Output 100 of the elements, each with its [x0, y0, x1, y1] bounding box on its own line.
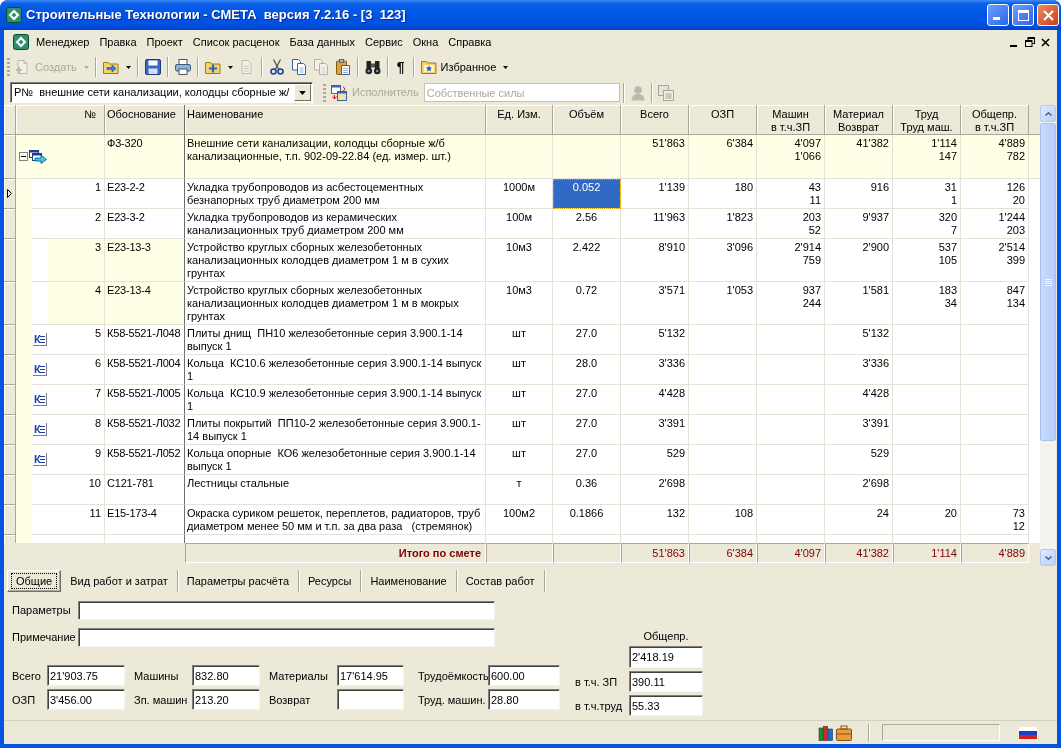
table-row[interactable]: К 5 К58-5521-Л048 Плиты днищ ПН10 железобетонные серия 3.900.1-14 выпуск 1 шт 27.0 5'132 5'132 — [32, 325, 1040, 355]
totals-cell: 6'384 — [689, 543, 757, 563]
table-row[interactable]: К 7 К58-5521-Л005 Кольца КС10.9 железобетонные серия 3.900.1-14 выпуск 1 шт 27.0 4'428 4'428 — [32, 385, 1040, 415]
maximize-button[interactable] — [1012, 4, 1034, 26]
tab[interactable]: Состав работ — [456, 570, 545, 592]
field-label: Зп. машин — [134, 693, 189, 709]
tab[interactable]: Параметры расчёта — [177, 570, 299, 592]
tab[interactable]: Общие — [7, 570, 62, 592]
value-field[interactable]: 28.80 — [488, 689, 560, 710]
table-row[interactable]: 4 Е23-13-4 Устройство круглых сборных железобетонных канализационных колодцев диаметром 1 м в мокрых грунтах 10м3 0.72 3'571 1'053 937 244 1'581 183 34 847 134 — [32, 282, 1040, 325]
resource-badge: К — [33, 423, 47, 436]
dropdown-button[interactable] — [294, 84, 311, 101]
menu-item[interactable]: Справка — [443, 33, 497, 51]
column-header[interactable]: Обоснование — [105, 105, 185, 135]
clipboard-icon — [334, 59, 351, 75]
tab[interactable]: Ресурсы — [299, 570, 362, 592]
table-cell: 3 — [48, 239, 105, 282]
table-row[interactable]: 3 Е23-13-3 Устройство круглых сборных железобетонных канализационных колодцев диаметром 1 м в сухих грунтах 10м3 2.422 8'910 3'096 2'914 759 2'900 537 105 2'514 399 — [32, 239, 1040, 282]
totals-cell — [486, 543, 553, 563]
value-field[interactable]: 213.20 — [192, 689, 260, 710]
column-header[interactable]: Всего — [621, 105, 689, 135]
menu-item[interactable]: Окна — [407, 33, 444, 51]
app-icon[interactable] — [13, 34, 29, 50]
folder-plus-icon — [204, 59, 221, 75]
collapse-icon[interactable] — [19, 152, 28, 161]
column-header[interactable]: Машин в т.ч.ЗП — [757, 105, 825, 135]
table-row[interactable]: 11 Е15-173-4 Окраска суриком решеток, переплетов, радиаторов, труб диаметром менее 50 мм и т.п. за два раза (стремянок) 100м2 0.1866 132 108 24 20 73 12 — [32, 505, 1040, 535]
books-icon[interactable] — [818, 724, 834, 741]
resource-badge: К — [33, 363, 47, 376]
column-header[interactable]: Материал Возврат — [825, 105, 893, 135]
column-header[interactable]: ОЗП — [689, 105, 757, 135]
documents-icon — [312, 59, 329, 75]
value-field[interactable]: 21'903.75 — [47, 665, 125, 686]
value-field[interactable]: 832.80 — [192, 665, 260, 686]
close-button[interactable] — [1040, 36, 1051, 48]
menu-item[interactable]: Список расценок — [187, 33, 285, 51]
table-row[interactable]: 1 Е23-2-2 Укладка трубопроводов из асбестоцементных безнапорных труб диаметром 200 мм 1000м 0.052 1'139 180 43 11 916 31 1 126 20 — [32, 179, 1040, 209]
value-field[interactable]: 17'614.95 — [337, 665, 404, 686]
note-field[interactable] — [78, 628, 495, 647]
sheets-icon — [657, 84, 674, 101]
menu-item[interactable]: Проект — [141, 33, 188, 51]
window-title: Строительные Технологии - СМЕТА версия 7.2.16 - [3 123] — [26, 6, 406, 25]
briefcase-icon[interactable] — [836, 724, 852, 741]
tab[interactable]: Вид работ и затрат — [61, 570, 178, 592]
field-label: в т.ч.труд — [575, 699, 624, 715]
table-cell: 0.052 — [553, 179, 621, 209]
totals-cell: 4'889 — [961, 543, 1029, 563]
column-header[interactable]: Труд Труд маш. — [893, 105, 961, 135]
value-field[interactable]: 390.11 — [629, 671, 703, 692]
app-icon[interactable] — [6, 7, 22, 23]
column-header[interactable]: Общепр. в т.ч.ЗП — [961, 105, 1029, 135]
minimize-icon — [1010, 44, 1017, 47]
table-row[interactable]: 2 Е23-3-2 Укладка трубопроводов из керамических канализационных труб диаметром 200 мм 100м 2.56 11'963 1'823 203 52 9'937 320 7 1'244 203 — [32, 209, 1040, 239]
field-label: Материалы — [269, 669, 329, 685]
value-field[interactable]: 55.33 — [629, 695, 703, 716]
table-row[interactable]: К 6 К58-5521-Л004 Кольца КС10.6 железобетонные серия 3.900.1-14 выпуск 1 шт 28.0 3'336 3'336 — [32, 355, 1040, 385]
scroll-up-button[interactable] — [1040, 105, 1056, 122]
folder-star-icon — [420, 59, 437, 75]
column-header[interactable]: № — [16, 105, 105, 135]
close-icon — [1042, 9, 1054, 21]
tab[interactable]: Наименование — [361, 570, 457, 592]
tricolor-flag-icon[interactable] — [1019, 726, 1037, 739]
column-header[interactable]: Объём — [553, 105, 621, 135]
column-header[interactable]: Ед. Изм. — [486, 105, 553, 135]
value-field[interactable]: 600.00 — [488, 665, 560, 686]
field-label: ОЗП — [12, 693, 37, 709]
column-header[interactable]: Наименование — [185, 105, 486, 135]
table-row[interactable]: К 8 К58-5521-Л032 Плиты покрытий ПП10-2 железобетонные серия 3.900.1-14 выпуск 1 шт 27.0 3'391 3'391 — [32, 415, 1040, 445]
totals-cell: 1'114 — [893, 543, 961, 563]
binoculars-icon — [364, 59, 381, 75]
dropdown-arrow-icon — [299, 90, 306, 95]
table-row[interactable]: 10 С121-781 Лестницы стальные т 0.36 2'698 2'698 — [32, 475, 1040, 505]
value-field[interactable] — [337, 689, 404, 710]
menu-item[interactable]: Сервис — [360, 33, 408, 51]
value-field[interactable]: 2'418.19 — [629, 646, 703, 668]
parameters-field[interactable] — [78, 601, 495, 620]
table-row[interactable]: К 9 К58-5521-Л052 Кольца опорные КО6 железобетонные серия 3.900.1-14 выпуск 1 шт 27.0 529 529 — [32, 445, 1040, 475]
scroll-thumb[interactable] — [1040, 123, 1056, 441]
row-selector[interactable] — [4, 179, 16, 209]
totals-cell: 41'382 — [825, 543, 893, 563]
toolbar-grip[interactable] — [7, 58, 10, 76]
table-cell: 4 — [48, 282, 105, 325]
transfer-button[interactable] — [329, 82, 349, 103]
menu-item[interactable]: Менеджер — [31, 33, 95, 51]
formatting-button[interactable]: ¶ — [391, 56, 410, 78]
menu-item[interactable]: Правка — [94, 33, 142, 51]
field-label: Трудоёмкость — [418, 669, 488, 685]
scroll-down-button[interactable] — [1040, 549, 1056, 566]
resource-badge: К — [33, 333, 47, 346]
toolbar-grip[interactable] — [323, 83, 326, 102]
favorites-button[interactable]: Избранное — [417, 56, 512, 78]
section-combobox[interactable]: Р№ внешние сети канализации, колодцы сборные ж/ — [10, 82, 313, 103]
resource-badge: К — [33, 453, 47, 466]
close-icon — [1041, 37, 1050, 47]
value-field[interactable]: 3'456.00 — [47, 689, 125, 710]
menu-item[interactable]: База данных — [284, 33, 360, 51]
field-label: Общепр. — [642, 630, 690, 643]
table-cell: Е23-13-4 — [105, 282, 185, 325]
restore-button[interactable] — [1024, 36, 1035, 48]
vertical-scrollbar[interactable] — [1040, 105, 1056, 566]
